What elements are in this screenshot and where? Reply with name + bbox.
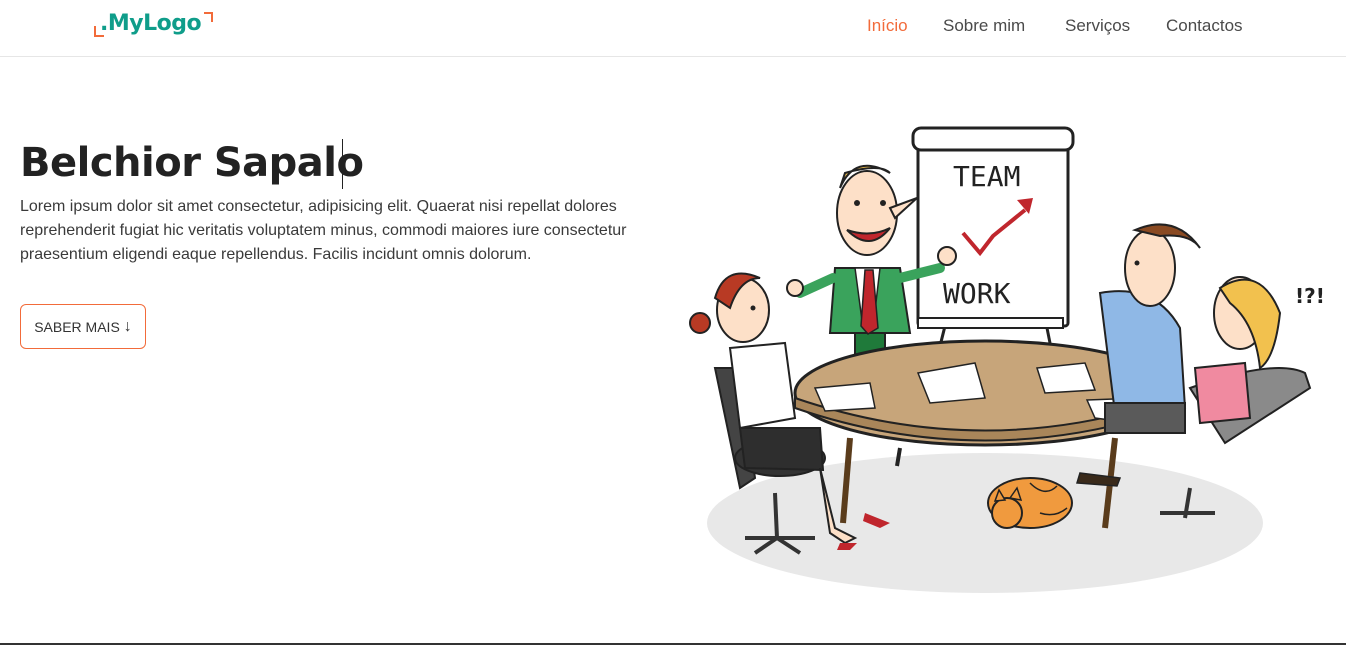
saber-mais-label: SABER MAIS (34, 318, 120, 335)
nav-item-contactos[interactable]: Contactos (1166, 16, 1243, 36)
board-text-team: TEAM (953, 160, 1020, 193)
board-text-work: WORK (943, 277, 1011, 310)
nav-menu: Início Sobre mim Serviços Contactos (0, 0, 1346, 56)
nav-item-inicio[interactable]: Início (867, 16, 908, 36)
navbar: .MyLogo Início Sobre mim Serviços Contac… (0, 0, 1346, 57)
exclaim-marks: !?! (1295, 284, 1325, 308)
text-caret (342, 139, 343, 189)
arrow-down-icon: ↓ (123, 317, 132, 335)
hero-paragraph: Lorem ipsum dolor sit amet consectetur, … (20, 198, 627, 263)
nav-item-sobre-mim[interactable]: Sobre mim (943, 16, 1025, 36)
flip-chart: TEAM WORK (911, 126, 1075, 359)
hero-title: Belchior Sapalo (20, 140, 364, 186)
teamwork-illustration: TEAM WORK !?! (689, 126, 1325, 593)
sleeping-cat (987, 477, 1073, 529)
saber-mais-button[interactable]: SABER MAIS ↓ (20, 304, 146, 349)
nav-item-servicos[interactable]: Serviços (1065, 16, 1130, 36)
